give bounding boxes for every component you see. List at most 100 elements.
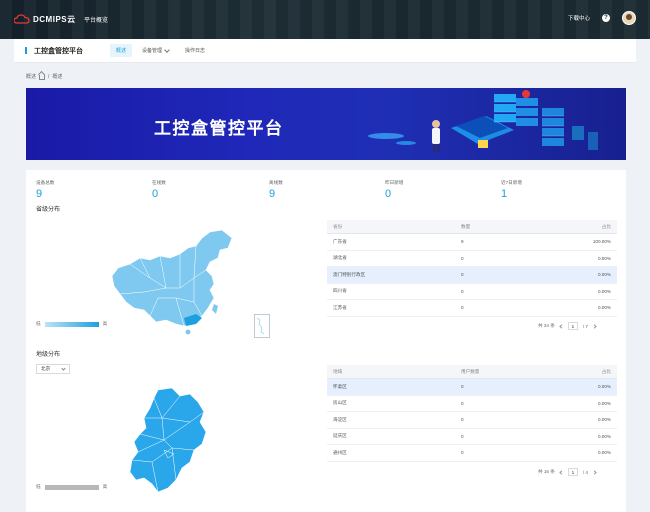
legend-low-label: 低 [36,321,41,326]
stat-total-devices: 设备总数 9 [36,180,54,200]
dashboard-panel: 设备总数 9 在线数 0 离线数 9 昨日新增 0 近7日新增 1 省级分布 低… [26,170,626,512]
stat-value: 1 [501,188,508,200]
stat-value: 0 [385,188,392,200]
province-pagination: 共 34 条 1 / 7 [538,322,597,330]
cell-name: 怀柔区 [333,383,347,389]
district-section-title: 地级分布 [36,352,61,358]
legend-gradient [44,484,99,490]
stat-value: 0 [152,188,159,200]
table-row[interactable]: 广东省 9 100.00% [327,234,617,251]
south-sea-inset [254,314,270,338]
page-input[interactable]: 1 [567,322,578,330]
cell-pct: 0.00% [597,384,611,390]
stat-label: 离线数 [269,180,283,185]
beijing-map[interactable] [128,388,208,494]
cell-pct: 0.00% [597,255,611,261]
table-header: 地域 用户数量 占比 [327,365,617,379]
pagination-pages: / 7 [582,323,588,329]
cell-count: 0 [461,400,464,406]
logo[interactable]: DCMIPS云 [14,13,76,25]
cell-count: 9 [461,239,464,245]
stat-value: 9 [36,188,43,200]
brand-name: DCMIPS云 [33,14,76,24]
download-center-link[interactable]: 下载中心 [568,14,590,22]
help-icon[interactable]: ? [602,14,610,22]
table-row[interactable]: 湖北省 0 0.00% [327,251,617,267]
topbar-actions: 下载中心 ? [568,11,636,25]
cell-pct: 0.00% [597,433,611,439]
stat-7day-new: 近7日新增 1 [501,180,522,200]
breadcrumb-current: 概述 [52,74,63,80]
province-table: 省份 数量 占比 广东省 9 100.00% 湖北省 0 0.00% 澳门特别行… [327,220,617,317]
cell-pct: 0.00% [597,450,611,456]
table-row[interactable]: 海淀区 0 0.00% [327,412,617,429]
table-row[interactable]: 四川省 0 0.00% [327,284,617,300]
person-figure [432,120,440,152]
city-select[interactable]: 北京 [36,364,70,374]
pagination-total: 共 16 条 [538,469,555,474]
cell-pct: 0.00% [597,272,611,278]
cell-name: 四川省 [333,288,347,294]
table-row[interactable]: 通州区 0 0.00% [327,445,617,462]
district-legend: 低 高 [36,484,107,490]
col-region: 地域 [333,368,343,374]
tab-bar: 概述 设备管理 操作日志 [110,44,211,57]
tab-device-management[interactable]: 设备管理 [136,44,175,57]
col-pct: 占比 [601,223,611,229]
cell-name: 延庆区 [333,433,347,439]
hero-banner: 工控盒管控平台 [26,88,626,160]
server-illustration-icon [368,90,598,152]
breadcrumb: 概述 / 概述 [26,73,63,81]
col-user-count: 用户数量 [461,368,480,374]
cloud-logo-icon [14,14,30,24]
cell-count: 0 [461,255,464,261]
cell-name: 江苏省 [333,304,347,310]
col-count: 数量 [461,223,471,229]
cell-pct: 0.00% [597,305,611,311]
table-row[interactable]: 江苏省 0 0.00% [327,300,617,317]
pagination-total: 共 34 条 [538,323,555,328]
sub-header: 工控盒管控平台 概述 设备管理 操作日志 [14,39,636,63]
table-row[interactable]: 延庆区 0 0.00% [327,429,617,445]
province-section-title: 省级分布 [36,207,61,213]
table-row[interactable]: 怀柔区 0 0.00% [327,379,617,396]
legend-gradient [44,321,99,327]
chevron-down-icon [164,46,170,53]
col-province: 省份 [333,223,343,229]
top-bar: DCMIPS云 平台概览 下载中心 ? [0,0,650,39]
cell-pct: 0.00% [597,400,611,406]
prev-page-icon[interactable] [559,469,564,475]
cell-count: 0 [461,288,464,294]
next-page-icon[interactable] [592,469,597,475]
beijing-map-shape [129,388,207,493]
tab-overview[interactable]: 概述 [110,44,133,57]
cell-name: 澳门特别行政区 [333,271,366,277]
next-page-icon[interactable] [592,323,597,329]
stat-offline: 离线数 9 [269,180,283,200]
avatar[interactable] [622,11,636,25]
home-icon[interactable] [39,74,46,80]
legend-low-label: 低 [36,484,41,489]
tab-operation-log[interactable]: 操作日志 [179,44,211,57]
pagination-pages: / 4 [582,469,588,475]
breadcrumb-separator: / [48,73,50,80]
tab-label: 概述 [116,48,127,54]
breadcrumb-root[interactable]: 概述 [26,73,36,80]
stat-label: 近7日新增 [501,180,522,185]
page-input[interactable]: 1 [567,468,578,476]
stat-online: 在线数 0 [152,180,166,200]
table-row[interactable]: 澳门特别行政区 0 0.00% [327,267,617,284]
district-table: 地域 用户数量 占比 怀柔区 0 0.00% 房山区 0 0.00% 海淀区 0… [327,365,617,462]
stat-value: 9 [269,188,276,200]
page-title: 工控盒管控平台 [34,48,83,55]
prev-page-icon[interactable] [559,323,564,329]
stat-label: 昨日新增 [385,180,404,185]
nav-platform-overview[interactable]: 平台概览 [84,15,108,24]
table-row[interactable]: 房山区 0 0.00% [327,396,617,412]
legend-high-label: 高 [102,321,108,326]
cell-name: 通州区 [333,449,347,455]
chevron-down-icon [61,366,66,371]
china-map[interactable] [110,228,244,338]
cell-pct: 0.00% [597,288,611,294]
table-header: 省份 数量 占比 [327,220,617,234]
